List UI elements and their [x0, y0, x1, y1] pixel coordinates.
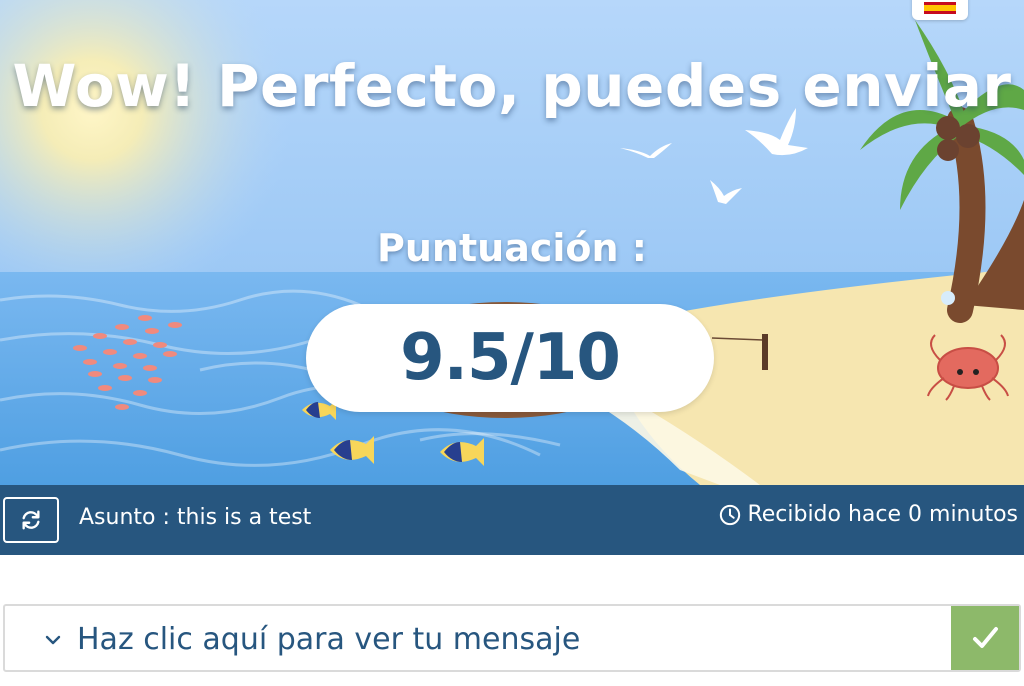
info-bar: Asunto : this is a test Recibido hace 0 … — [0, 485, 1024, 555]
view-message-toggle[interactable]: Haz clic aquí para ver tu mensaje — [3, 604, 1021, 672]
hero-banner: Wow! Perfecto, puedes enviar Puntuación … — [0, 0, 1024, 485]
spain-flag-icon[interactable] — [912, 0, 968, 20]
check-icon — [973, 627, 998, 648]
refresh-icon — [22, 510, 40, 530]
headline: Wow! Perfecto, puedes enviar — [12, 52, 1012, 120]
score-label: Puntuación : — [377, 226, 647, 270]
chevron-down-icon — [45, 635, 61, 645]
shell — [941, 291, 955, 305]
received-time: Recibido hace 0 minutos — [719, 502, 1018, 527]
post — [762, 334, 768, 370]
score-pill: 9.5/10 — [306, 304, 714, 412]
status-check — [951, 606, 1019, 670]
clock-icon — [720, 504, 741, 525]
score-value: 9.5/10 — [400, 321, 621, 395]
subject-text: Asunto : this is a test — [79, 505, 312, 530]
received-text: Recibido hace 0 minutos — [747, 502, 1018, 527]
palm-trunk — [947, 107, 986, 323]
refresh-button[interactable] — [3, 497, 59, 543]
view-message-label: Haz clic aquí para ver tu mensaje — [77, 622, 581, 657]
